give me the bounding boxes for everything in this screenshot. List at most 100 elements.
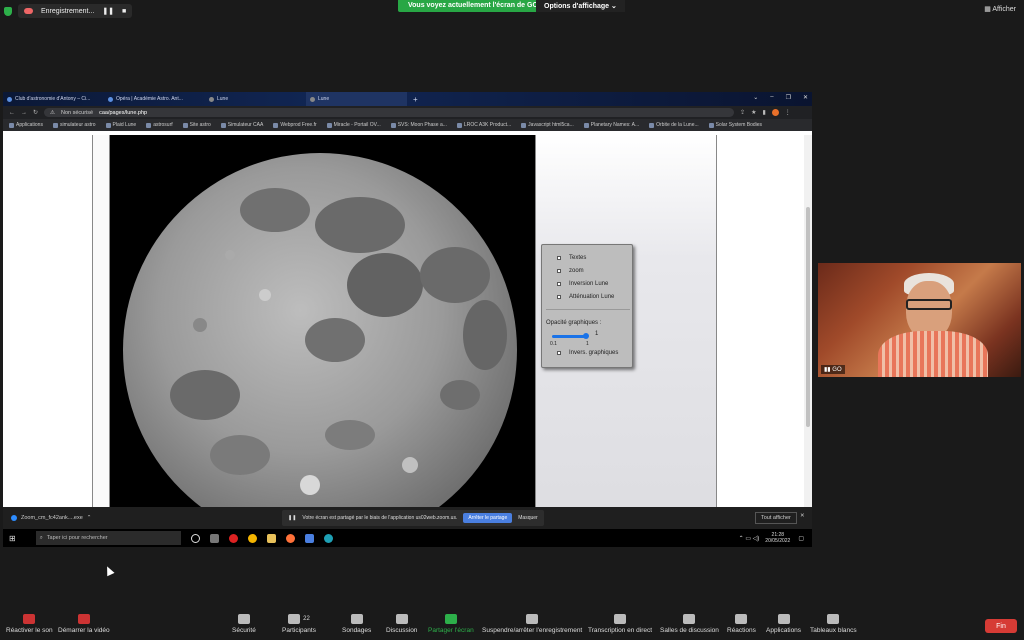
share-icon[interactable]: ⇪ [740,109,745,116]
option-attenuation[interactable]: Atténuation Lune [557,294,614,300]
bookmark-item[interactable]: Solar System Bodies [708,122,763,128]
taskbar-search[interactable]: ⌕ Taper ici pour rechercher [35,531,181,545]
toolbar-icon-row: 22 [288,614,310,624]
show-all-button[interactable]: Tout afficher [755,512,797,524]
share-screen-icon [444,614,457,624]
reload-icon[interactable]: ↻ [33,109,38,116]
toolbar-button-share-screen[interactable]: Partager l'écran [428,614,474,634]
toolbar-icon-row [683,614,696,624]
tab-opera[interactable]: Opéra | Académie Astro. Ant... [104,92,205,106]
toolbar-button-apps[interactable]: Applications [766,614,801,634]
star-icon[interactable]: ★ [751,109,756,116]
toolbar-button-pause-stop[interactable]: Suspendre/arrêter l'enregistrement [482,614,582,634]
notifications-icon[interactable]: ▢ [798,535,804,542]
download-item[interactable]: Zoom_cm_fc42ank....exe ⌃ [11,515,91,521]
forward-icon[interactable]: → [21,110,27,116]
bookmark-item[interactable]: Site astro [182,122,211,128]
participant-video[interactable]: ▮▮ GO [818,263,1021,377]
bookmark-item[interactable]: Plaid Lune [105,122,136,128]
toolbar-button-shield[interactable]: Sécurité [232,614,256,634]
bookmark-item[interactable]: Javascript html5ca... [521,122,574,128]
toolbar-button-breakout[interactable]: Salles de discussion [660,614,719,634]
recording-pill[interactable]: Enregistrement... ❚❚ ■ [18,4,133,18]
chrome-icon[interactable] [247,533,257,543]
pause-icon[interactable]: ❚❚ [102,7,114,15]
clock[interactable]: 21:28 20/05/2022 [765,532,790,544]
checkbox[interactable] [557,269,561,273]
toolbar-icon-row [526,614,539,624]
profile-avatar[interactable] [771,109,779,116]
tab-club[interactable]: Club d'astronomie d'Antony – Ci... [3,92,104,106]
folder-icon[interactable] [266,533,276,543]
chevron-up-icon[interactable]: ⌃ [87,515,92,521]
bookmark-item[interactable]: Miracle - Portail OV... [326,122,381,128]
view-options-button[interactable]: Options d'affichage ⌄ [536,0,625,12]
toolbar-button-chat[interactable]: Discussion [386,614,417,634]
security-label: Non sécurisé [60,109,94,116]
bookmark-item[interactable]: Planetary Names: A... [583,122,639,128]
bookmark-item[interactable]: Orbite de la Lune... [649,122,699,128]
checkbox[interactable] [557,351,561,355]
chevron-down-icon[interactable]: ⌄ [753,94,758,101]
stop-share-button[interactable]: Arrêter le partage [463,513,513,523]
bookmark-item[interactable]: LROC A3K Product... [456,122,511,128]
bookmark-label: astrosurf [153,122,173,128]
toolbar-icon-row [777,614,790,624]
toolbar-button-reactions[interactable]: Réactions [727,614,756,634]
tray-icons[interactable]: ⌃ ▭ ◁) [739,535,760,542]
cortana-icon[interactable] [190,533,200,543]
stop-icon[interactable]: ■ [122,8,126,15]
scrollbar-thumb[interactable] [806,207,810,427]
video-off-icon [77,614,90,624]
toolbar-button-participants[interactable]: 22 Participants [282,614,316,634]
hide-button[interactable]: Masquer [518,515,537,521]
toolbar-button-mic-muted[interactable]: Réactiver le son [6,614,53,634]
tab-lune-2[interactable]: Lune [306,92,407,106]
bookmark-item[interactable]: astrosurf [146,122,173,128]
toolbar-label: Réactiver le son [6,627,53,634]
menu-icon[interactable]: ⋮ [785,109,791,116]
bookmark-item[interactable]: simulateur astro [52,122,96,128]
toolbar-button-whiteboard[interactable]: Tableaux blancs [810,614,857,634]
chat-icon [395,614,408,624]
firefox-icon[interactable] [285,533,295,543]
bookmark-item[interactable]: SVS: Moon Phase a... [390,122,447,128]
opacity-slider-handle[interactable] [583,333,589,339]
toolbar-button-cc[interactable]: Transcription en direct [588,614,652,634]
bookmark-item[interactable]: Webprod Free.fr [273,122,317,128]
bookmark-icon [326,122,332,128]
tab-lune-1[interactable]: Lune [205,92,306,106]
sidebar-icon[interactable]: ▮ [762,109,765,116]
option-zoom[interactable]: zoom [557,268,584,274]
opera-icon[interactable] [228,533,238,543]
pause-icon[interactable]: ❚❚ [288,515,296,521]
checkbox[interactable] [557,295,561,299]
url-field[interactable]: ⚠ Non sécurisé caa/pages/lune.php [44,108,735,117]
end-meeting-button[interactable]: Fin [985,619,1017,633]
toolbar-button-video-off[interactable]: Démarrer la vidéo [58,614,110,634]
moon-canvas[interactable] [110,135,535,547]
minimize-icon[interactable]: – [770,94,773,101]
option-textes[interactable]: Textes [557,255,586,261]
close-icon[interactable]: ✕ [803,94,808,101]
edge-icon[interactable] [323,533,333,543]
bookmark-item[interactable]: Simulateur CAA [220,122,263,128]
maximize-icon[interactable]: ❐ [786,94,791,101]
bookmark-item[interactable]: Applications [9,122,43,128]
opacity-slider[interactable] [552,335,587,338]
task-view-icon[interactable] [209,533,219,543]
toolbar-button-polls[interactable]: Sondages [342,614,371,634]
participant-glasses [906,299,952,310]
checkbox[interactable] [557,256,561,260]
bookmark-label: Solar System Bodies [715,122,763,128]
back-icon[interactable]: ← [9,110,15,116]
new-tab-icon[interactable]: + [413,95,418,104]
option-inversion[interactable]: Inversion Lune [557,281,608,287]
show-button[interactable]: ▦ Afficher [984,5,1016,13]
windows-start-icon[interactable]: ⊞ [9,534,16,543]
close-icon[interactable]: ✕ [800,513,805,519]
calculator-icon[interactable] [304,533,314,543]
option-invert-graphics[interactable]: Invers. graphiques [557,350,618,356]
search-icon: ⌕ [39,534,43,541]
checkbox[interactable] [557,282,561,286]
